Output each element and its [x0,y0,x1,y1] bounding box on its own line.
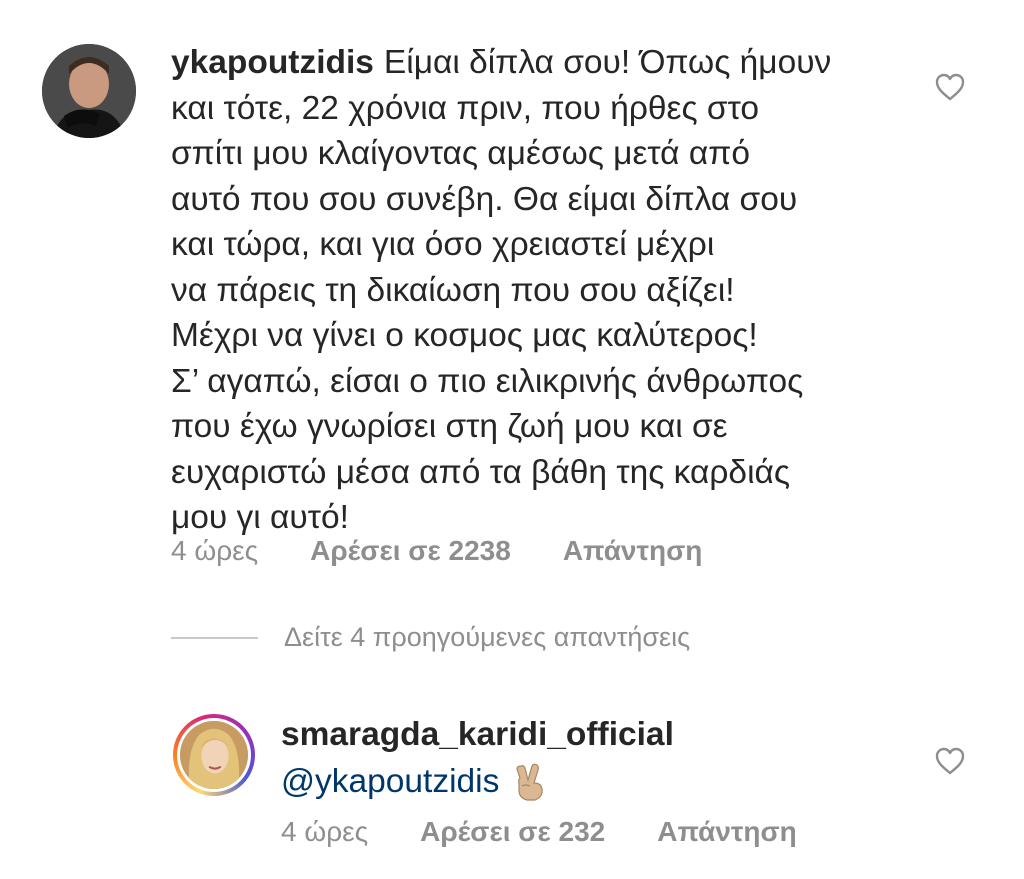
reply-button[interactable]: Απάντηση [657,816,797,848]
comment-time: 4 ώρες [171,535,259,566]
view-previous-replies[interactable]: Δείτε 4 προηγούμενες απαντήσεις [171,622,690,653]
comment-line: να πάρεις τη δικαίωση που σου αξίζει! [171,271,735,309]
replies-divider [171,636,258,639]
victory-hand-emoji [516,763,544,801]
comment-line: αυτό που σου συνέβη. Θα είμαι δίπλα σου [171,180,798,218]
reply-time: 4 ώρες [281,816,369,847]
reply-body: @ykapoutzidis [281,762,549,802]
reply-username[interactable]: smaragda_karidi_official [281,716,674,754]
comment-line: Σ’ αγαπώ, είσαι ο πιο ειλικρινής άνθρωπο… [171,362,804,400]
user-avatar-photo [42,44,136,138]
comment-likes[interactable]: Αρέσει σε 2238 [310,535,511,567]
comment-line: και τότε, 22 χρόνια πριν, που ήρθες στο [171,89,759,127]
user-avatar-photo-story-ring [180,721,248,789]
comment-body: ykapoutzidis Είμαι δίπλα σου! Όπως ήμουν … [171,40,901,541]
reply-button[interactable]: Απάντηση [563,535,703,567]
heart-outline-icon[interactable] [934,746,966,776]
comment-line: σπίτι μου κλαίγοντας αμέσως μετά από [171,135,750,172]
reply-likes[interactable]: Αρέσει σε 232 [420,816,605,848]
reply-avatar[interactable] [173,714,255,796]
story-ring [177,718,251,792]
mention-link[interactable]: @ykapoutzidis [281,763,499,801]
heart-outline-icon[interactable] [934,72,966,102]
reply-avatar-image [180,721,248,789]
comment-line: ευχαριστώ μέσα από τα βάθη της καρδιάς [171,453,791,491]
reply-meta: 4 ώρες Αρέσει σε 232 Απάντηση [281,816,797,848]
comment-line: Είμαι δίπλα σου! Όπως ήμουν [383,44,832,81]
comment-meta: 4 ώρες Αρέσει σε 2238 Απάντηση [171,535,702,567]
comment-line: Μέχρι να γίνει ο κοσμος μας καλύτερος! [171,317,758,354]
comment-line: και τώρα, και για όσο χρειαστεί μέχρι [171,226,715,263]
comment-line: μου γι αυτό! [171,499,349,536]
view-replies-label: Δείτε 4 προηγούμενες απαντήσεις [284,622,691,652]
commenter-avatar[interactable] [42,44,136,138]
comment-username[interactable]: ykapoutzidis [171,44,374,81]
comment-line: που έχω γνωρίσει στη ζωή μου και σε [171,408,728,445]
comments-panel: ykapoutzidis Είμαι δίπλα σου! Όπως ήμουν … [0,0,1024,879]
